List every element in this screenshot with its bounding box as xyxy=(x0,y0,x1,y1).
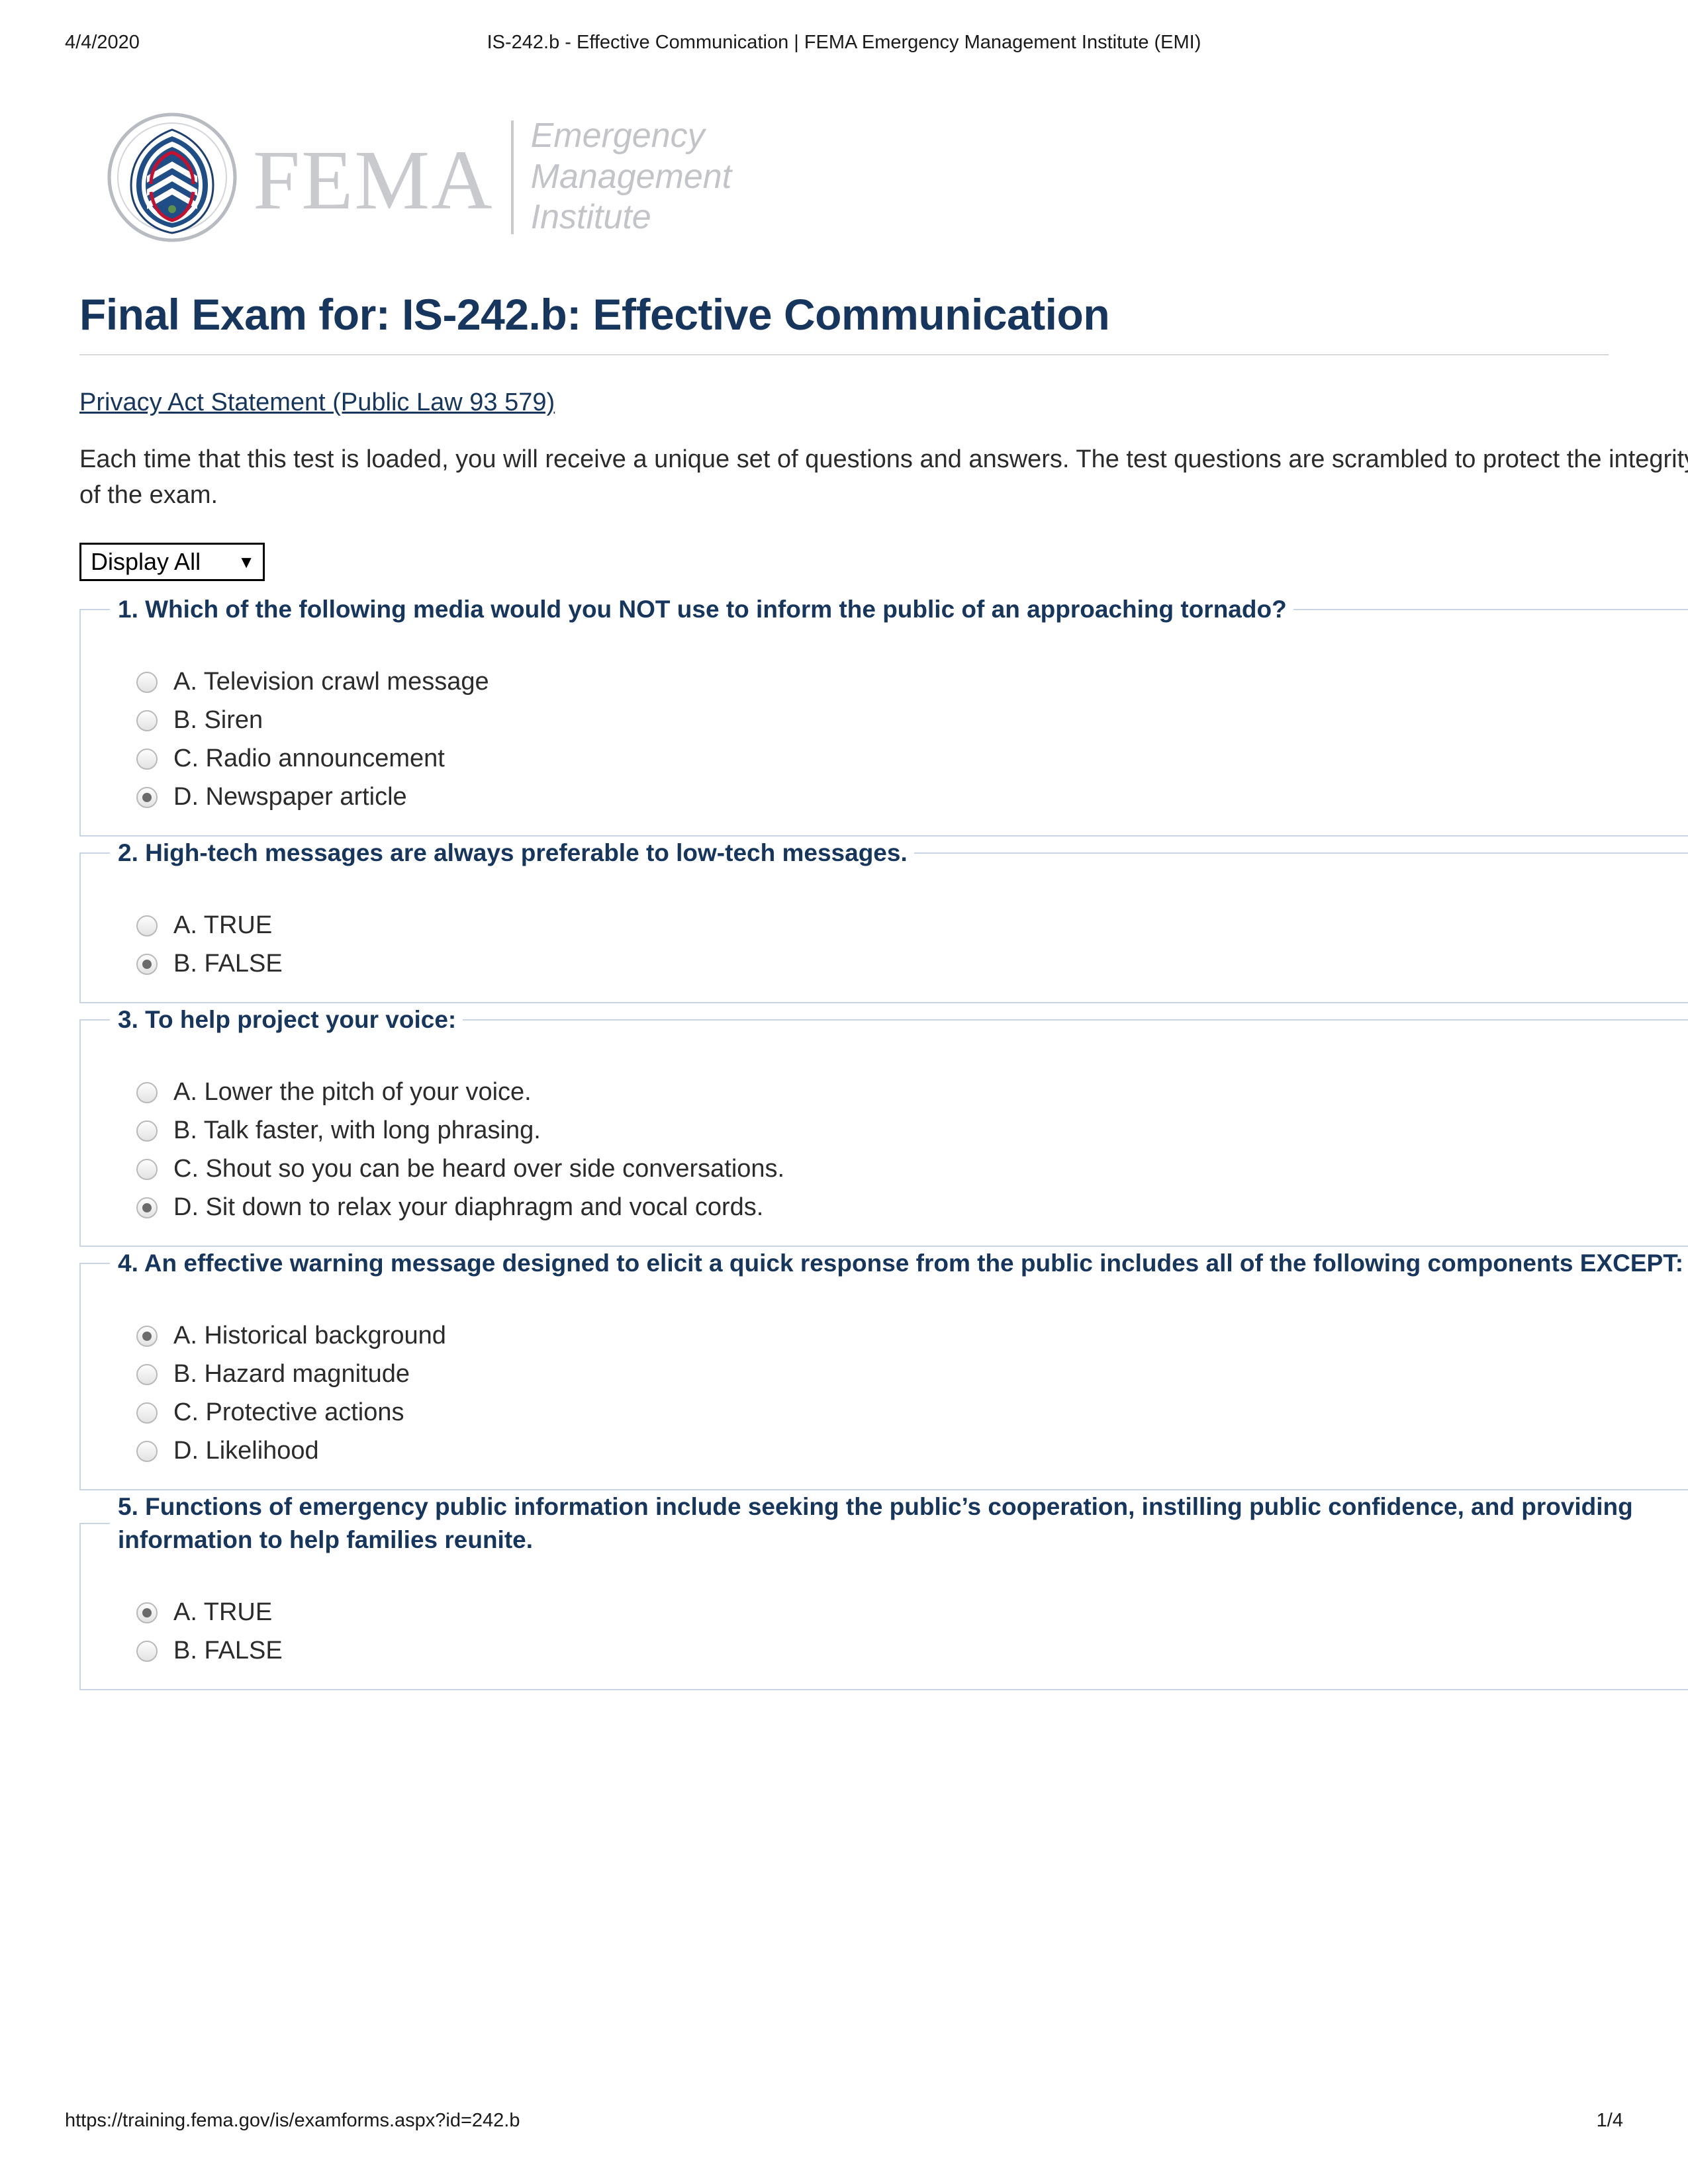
question-5: 5. Functions of emergency public informa… xyxy=(79,1490,1688,1690)
answer-option[interactable]: D. Likelihood xyxy=(136,1432,1688,1471)
radio-button[interactable] xyxy=(136,709,158,731)
radio-button[interactable] xyxy=(136,1158,158,1180)
print-footer-url: https://training.fema.gov/is/examforms.a… xyxy=(65,2110,520,2131)
answer-option[interactable]: A. Lower the pitch of your voice. xyxy=(136,1073,1688,1112)
answer-option[interactable]: B. FALSE xyxy=(136,1632,1688,1670)
answer-option[interactable]: A. TRUE xyxy=(136,907,1688,945)
answer-option[interactable]: A. TRUE xyxy=(136,1594,1688,1632)
printed-page: 4/4/2020 IS-242.b - Effective Communicat… xyxy=(0,0,1688,2184)
radio-button[interactable] xyxy=(136,671,158,693)
print-footer-page-number: 1/4 xyxy=(1596,2110,1623,2131)
question-3-options: A. Lower the pitch of your voice. B. Talk… xyxy=(136,1073,1688,1227)
answer-option-label: A. Television crawl message xyxy=(173,668,489,696)
fema-emi-logo: FEMA Emergency Management Institute xyxy=(107,106,1609,248)
question-4: 4. An effective warning message designed… xyxy=(79,1246,1688,1490)
answer-option[interactable]: C. Radio announcement xyxy=(136,740,1688,778)
radio-button[interactable] xyxy=(136,1440,158,1462)
title-divider xyxy=(79,354,1609,355)
question-2-options: A. TRUE B. FALSE xyxy=(136,907,1688,983)
answer-option-label: D. Likelihood xyxy=(173,1437,319,1465)
print-header-document-title: IS-242.b - Effective Communication | FEM… xyxy=(487,32,1201,53)
question-3: 3. To help project your voice: A. Lower t… xyxy=(79,1003,1688,1247)
answer-option[interactable]: D. Newspaper article xyxy=(136,778,1688,817)
radio-button-selected[interactable] xyxy=(136,1325,158,1347)
radio-button-selected[interactable] xyxy=(136,1602,158,1623)
answer-option-label: D. Newspaper article xyxy=(173,783,407,811)
page-content: FEMA Emergency Management Institute Fina… xyxy=(79,106,1688,1690)
answer-option[interactable]: C. Shout so you can be heard over side c… xyxy=(136,1150,1688,1189)
answer-option-label: C. Shout so you can be heard over side c… xyxy=(173,1155,785,1183)
radio-button[interactable] xyxy=(136,1402,158,1424)
radio-button[interactable] xyxy=(136,748,158,770)
answer-option[interactable]: A. Television crawl message xyxy=(136,663,1688,702)
emi-line-2: Management xyxy=(530,157,732,196)
answer-option-label: A. TRUE xyxy=(173,1598,273,1627)
answer-option[interactable]: C. Protective actions xyxy=(136,1394,1688,1432)
radio-button[interactable] xyxy=(136,915,158,936)
emi-name: Emergency Management Institute xyxy=(531,116,732,238)
question-2-text: 2. High-tech messages are always prefera… xyxy=(118,839,908,866)
answer-option-label: A. TRUE xyxy=(173,911,273,940)
radio-button-selected[interactable] xyxy=(136,953,158,975)
logo-divider xyxy=(510,120,514,234)
display-filter-value: Display All xyxy=(91,547,201,575)
answer-option-label: C. Radio announcement xyxy=(173,745,445,773)
radio-button-selected[interactable] xyxy=(136,786,158,808)
radio-button[interactable] xyxy=(136,1640,158,1662)
page-title: Final Exam for: IS-242.b: Effective Comm… xyxy=(79,290,1110,339)
question-2: 2. High-tech messages are always prefera… xyxy=(79,836,1688,1003)
answer-option-label: A. Historical background xyxy=(173,1322,446,1350)
question-5-options: A. TRUE B. FALSE xyxy=(136,1594,1688,1670)
print-header: 4/4/2020 IS-242.b - Effective Communicat… xyxy=(0,32,1688,58)
answer-option-label: D. Sit down to relax your diaphragm and … xyxy=(173,1193,764,1222)
answer-option-label: B. Hazard magnitude xyxy=(173,1360,410,1388)
question-5-text: 5. Functions of emergency public informa… xyxy=(118,1492,1633,1553)
answer-option-label: B. FALSE xyxy=(173,950,283,978)
intro-paragraph: Each time that this test is loaded, you … xyxy=(79,445,1688,509)
question-3-text: 3. To help project your voice: xyxy=(118,1005,457,1033)
answer-option-label: B. FALSE xyxy=(173,1637,283,1665)
print-footer: https://training.fema.gov/is/examforms.a… xyxy=(0,2110,1688,2136)
answer-option-label: A. Lower the pitch of your voice. xyxy=(173,1078,532,1107)
display-filter-select[interactable]: Display All ▼ xyxy=(79,542,265,581)
emi-line-3: Institute xyxy=(530,198,651,237)
radio-button[interactable] xyxy=(136,1363,158,1385)
answer-option[interactable]: A. Historical background xyxy=(136,1317,1688,1355)
radio-button[interactable] xyxy=(136,1120,158,1142)
answer-option-label: B. Siren xyxy=(173,706,263,735)
answer-option[interactable]: D. Sit down to relax your diaphragm and … xyxy=(136,1189,1688,1227)
question-4-text: 4. An effective warning message designed… xyxy=(118,1249,1684,1277)
answer-option[interactable]: B. Hazard magnitude xyxy=(136,1355,1688,1394)
privacy-act-statement-link[interactable]: Privacy Act Statement (Public Law 93 579… xyxy=(79,388,555,417)
question-list: 1. Which of the following media would yo… xyxy=(79,592,1688,1690)
chevron-down-icon: ▼ xyxy=(238,551,255,572)
answer-option-label: B. Talk faster, with long phrasing. xyxy=(173,1116,541,1145)
answer-option[interactable]: B. Talk faster, with long phrasing. xyxy=(136,1112,1688,1150)
answer-option[interactable]: B. FALSE xyxy=(136,945,1688,983)
radio-button-selected[interactable] xyxy=(136,1197,158,1218)
dhs-seal-icon xyxy=(107,113,237,242)
answer-option[interactable]: B. Siren xyxy=(136,702,1688,740)
question-1-text: 1. Which of the following media would yo… xyxy=(118,595,1287,623)
question-1: 1. Which of the following media would yo… xyxy=(79,592,1688,837)
answer-option-label: C. Protective actions xyxy=(173,1398,404,1427)
emi-line-1: Emergency xyxy=(530,116,705,156)
question-1-options: A. Television crawl message B. Siren C. Ra… xyxy=(136,663,1688,817)
radio-button[interactable] xyxy=(136,1081,158,1103)
question-4-options: A. Historical background B. Hazard magnit… xyxy=(136,1317,1688,1471)
fema-wordmark: FEMA xyxy=(253,132,494,227)
